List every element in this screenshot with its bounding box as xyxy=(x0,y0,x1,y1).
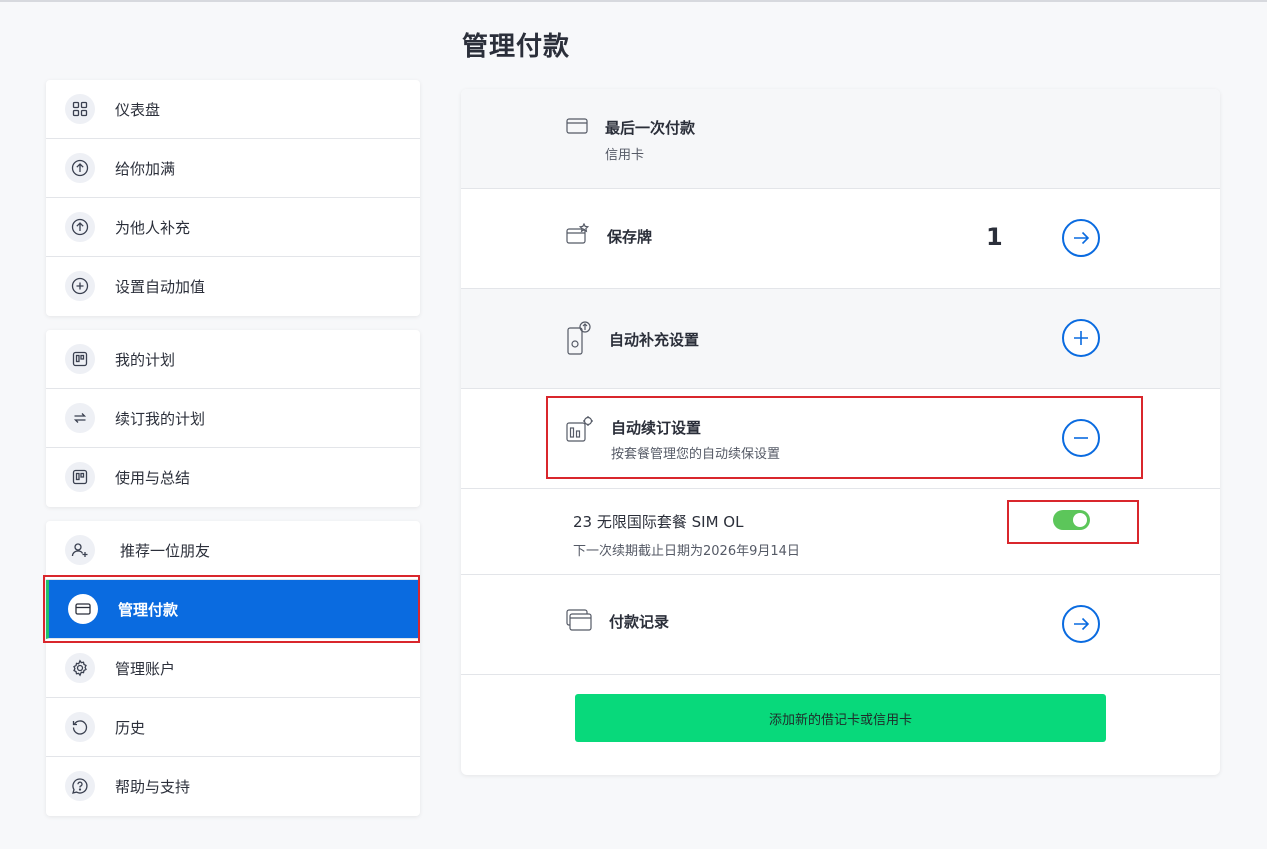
payment-history-arrow-button[interactable] xyxy=(1062,605,1100,643)
minus-icon xyxy=(1074,437,1088,439)
arrow-up-circle-icon xyxy=(65,153,95,183)
plus-circle-icon xyxy=(65,271,95,301)
auto-renew-toggle[interactable] xyxy=(1053,510,1090,530)
plan-icon xyxy=(65,462,95,492)
sidebar-item-label: 给你加满 xyxy=(115,159,176,178)
sidebar-item-label: 管理账户 xyxy=(115,659,176,678)
auto-renew-title: 自动续订设置 xyxy=(611,419,702,437)
add-user-icon xyxy=(65,535,95,565)
plan-renew-date: 下一次续期截止日期为2026年9月14日 xyxy=(573,544,800,559)
sidebar-item-manage-account[interactable]: 管理账户 xyxy=(46,639,420,698)
sidebar-item-label: 我的计划 xyxy=(115,350,176,369)
arrow-right-icon xyxy=(1074,231,1090,245)
saved-cards-row[interactable]: 保存牌 1 xyxy=(461,189,1220,289)
auto-topup-title: 自动补充设置 xyxy=(609,331,700,349)
sidebar-item-label: 设置自动加值 xyxy=(115,278,206,296)
help-chat-icon xyxy=(65,771,95,801)
sidebar-item-label: 为他人补充 xyxy=(115,218,191,237)
sidebar-item-manage-payment[interactable]: 管理付款 xyxy=(46,580,420,639)
sidebar-group-account: 推荐一位朋友 管理付款 管理账户 历史 帮助与支持 xyxy=(46,521,420,816)
sidebar-item-dashboard[interactable]: 仪表盘 xyxy=(46,80,420,139)
grid-icon xyxy=(65,94,95,124)
payment-panel: 最后一次付款 信用卡 保存牌 1 自动补充设置 自动续订设置 按套餐管理您的自动… xyxy=(461,89,1220,775)
history-icon xyxy=(65,712,95,742)
sidebar-item-help-support[interactable]: 帮助与支持 xyxy=(46,757,420,816)
saved-cards-arrow-button[interactable] xyxy=(1062,219,1100,257)
sidebar-item-refer-friend[interactable]: 推荐一位朋友 xyxy=(46,521,420,580)
sidebar-item-label: 续订我的计划 xyxy=(115,409,206,428)
plan-settings-icon xyxy=(566,415,594,447)
phone-topup-icon xyxy=(566,320,592,360)
sidebar-item-label: 历史 xyxy=(115,718,146,737)
gear-icon xyxy=(65,653,95,683)
auto-renew-collapse-button[interactable] xyxy=(1062,419,1100,457)
plus-icon xyxy=(1074,331,1088,345)
sidebar-item-label: 使用与总结 xyxy=(115,469,191,487)
sidebar-item-renew-plan[interactable]: 续订我的计划 xyxy=(46,389,420,448)
auto-topup-row[interactable]: 自动补充设置 xyxy=(461,289,1220,389)
sidebar-group-topup: 仪表盘 给你加满 为他人补充 设置自动加值 xyxy=(46,80,420,316)
payment-history-title: 付款记录 xyxy=(609,613,670,631)
sidebar-item-auto-topup[interactable]: 设置自动加值 xyxy=(46,257,420,316)
sidebar-item-usage-summary[interactable]: 使用与总结 xyxy=(46,448,420,507)
sidebar-item-history[interactable]: 历史 xyxy=(46,698,420,757)
top-divider xyxy=(0,0,1267,2)
arrow-up-circle-icon xyxy=(65,212,95,242)
last-payment-row: 最后一次付款 信用卡 xyxy=(461,89,1220,189)
sidebar-group-plan: 我的计划 续订我的计划 使用与总结 xyxy=(46,330,420,507)
last-payment-title: 最后一次付款 xyxy=(605,119,696,137)
sidebar-item-my-plan[interactable]: 我的计划 xyxy=(46,330,420,389)
last-payment-method: 信用卡 xyxy=(605,148,645,163)
sidebar-item-label: 帮助与支持 xyxy=(115,778,191,796)
sidebar-item-label: 管理付款 xyxy=(118,600,179,619)
repeat-icon xyxy=(65,403,95,433)
sidebar-item-topup-self[interactable]: 给你加满 xyxy=(46,139,420,198)
plan-icon xyxy=(65,344,95,374)
cards-stack-icon xyxy=(566,609,592,635)
sidebar-item-label: 仪表盘 xyxy=(115,100,161,119)
auto-renew-row[interactable]: 自动续订设置 按套餐管理您的自动续保设置 xyxy=(461,389,1220,489)
saved-cards-count: 1 xyxy=(986,223,1003,251)
toggle-knob xyxy=(1073,513,1087,527)
card-icon xyxy=(68,594,98,624)
page-title: 管理付款 xyxy=(462,32,571,62)
sidebar-item-label: 推荐一位朋友 xyxy=(120,541,211,560)
arrow-right-icon xyxy=(1074,617,1090,631)
plan-renew-row: 23 无限国际套餐 SIM OL 下一次续期截止日期为2026年9月14日 xyxy=(461,489,1220,575)
sidebar-item-topup-others[interactable]: 为他人补充 xyxy=(46,198,420,257)
card-icon xyxy=(566,117,588,139)
saved-cards-title: 保存牌 xyxy=(607,228,653,246)
payment-history-row[interactable]: 付款记录 xyxy=(461,575,1220,675)
add-card-button[interactable]: 添加新的借记卡或信用卡 xyxy=(575,694,1106,742)
card-star-icon xyxy=(566,222,590,249)
auto-renew-description: 按套餐管理您的自动续保设置 xyxy=(611,447,781,462)
plan-name: 23 无限国际套餐 SIM OL xyxy=(573,513,744,531)
auto-topup-add-button[interactable] xyxy=(1062,319,1100,357)
